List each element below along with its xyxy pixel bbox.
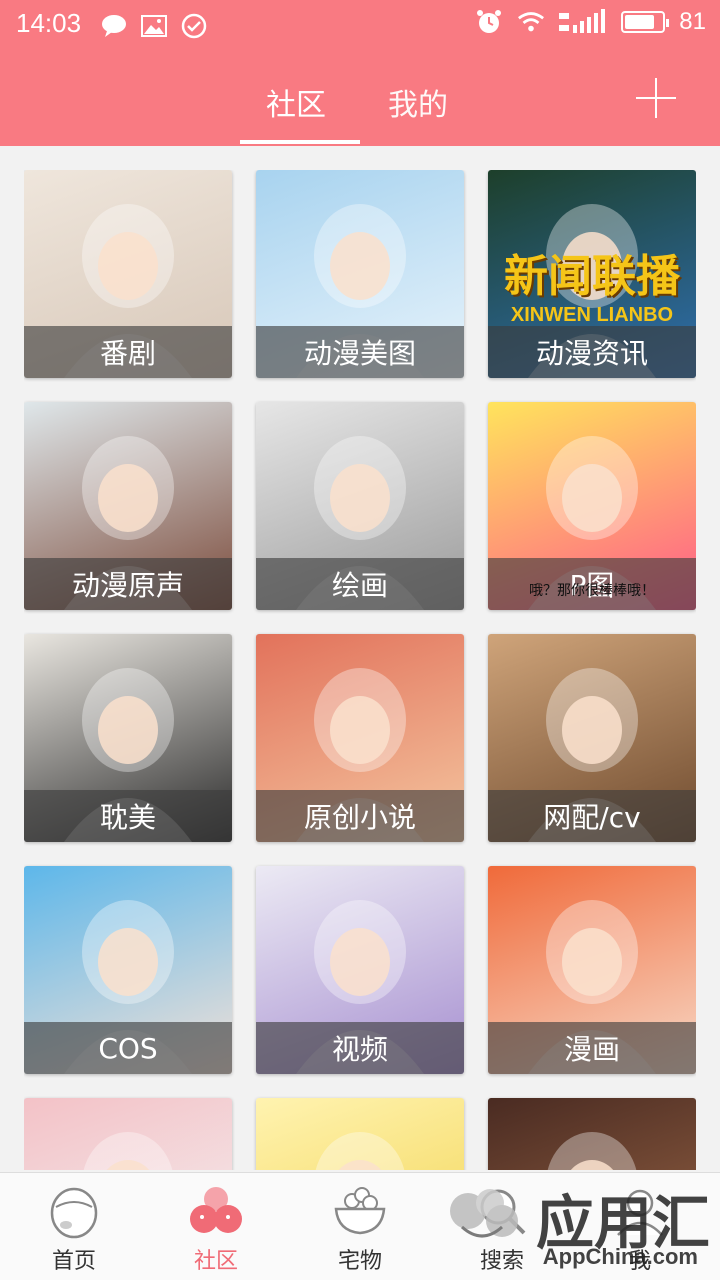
image-icon [140, 12, 168, 40]
news-overlay-subtitle: XINWEN LIANBO [510, 304, 674, 326]
category-label-band: 动漫资讯 [488, 326, 696, 378]
tab-community[interactable]: 社区 [266, 80, 326, 124]
top-tabs: 社区 我的 [0, 72, 720, 146]
category-label-band: 动漫原声 [24, 558, 232, 610]
nav-home-label: 首页 [51, 1249, 96, 1274]
nav-community[interactable]: 社区 [166, 1183, 266, 1279]
status-bar: 14:03 81 [0, 0, 720, 52]
category-label: COS [98, 1031, 158, 1065]
category-label-band: 视频 [256, 1022, 464, 1074]
appchina-logo-icon [438, 1181, 528, 1255]
signal-icon [559, 8, 607, 36]
category-card[interactable]: 新闻联播 XINWEN LIANBO 动漫资讯 [488, 170, 696, 378]
watermark-sub: AppChina.com [542, 1244, 698, 1269]
category-label: 漫画 [563, 1033, 620, 1066]
category-label: 原创小说 [303, 801, 416, 834]
category-label: 动漫原声 [71, 569, 184, 602]
nav-goods-label: 宅物 [337, 1249, 382, 1274]
bottom-nav: 首页 社区 宅物 搜索 我 应用汇 AppChina.com [0, 1172, 720, 1280]
category-label: 番剧 [99, 337, 156, 370]
category-card[interactable]: 绘画 [256, 402, 464, 610]
library-girl-icon [488, 1098, 696, 1170]
category-card[interactable]: 漫画 [488, 866, 696, 1074]
category-label: 网配/cv [543, 801, 641, 834]
category-label: 动漫资讯 [535, 337, 648, 370]
category-label: 动漫美图 [303, 337, 416, 370]
category-card[interactable]: 番剧 [24, 170, 232, 378]
app-header: 14:03 81 社区 我的 [0, 0, 720, 146]
bowl-icon [332, 1183, 388, 1239]
appchina-watermark: 应用汇 AppChina.com [438, 1176, 710, 1269]
community-bubbles-icon [188, 1183, 244, 1239]
nav-home[interactable]: 首页 [24, 1183, 124, 1279]
news-overlay-title: 新闻联播 [504, 251, 680, 302]
nav-goods[interactable]: 宅物 [310, 1183, 410, 1279]
category-label: 绘画 [331, 569, 388, 602]
category-card[interactable] [256, 1098, 464, 1170]
category-label-band: 绘画 [256, 558, 464, 610]
wifi-icon [517, 8, 545, 36]
egg-icon [46, 1183, 102, 1239]
battery-icon [621, 11, 670, 33]
manga-page-icon [24, 1098, 232, 1170]
category-card[interactable]: 网配/cv [488, 634, 696, 842]
active-tab-indicator [240, 140, 360, 144]
blonde-girl-icon [256, 1098, 464, 1170]
check-circle-icon [180, 12, 208, 40]
category-label-band: 动漫美图 [256, 326, 464, 378]
category-card[interactable]: P图 哦？那你很棒棒哦！ [488, 402, 696, 610]
category-card[interactable]: 动漫原声 [24, 402, 232, 610]
category-label-band: 漫画 [488, 1022, 696, 1074]
category-label: 视频 [331, 1033, 388, 1066]
category-label-band: 番剧 [24, 326, 232, 378]
category-card[interactable]: 动漫美图 [256, 170, 464, 378]
status-time: 14:03 [16, 8, 82, 38]
status-notification-icons [100, 12, 208, 40]
category-label-band: 原创小说 [256, 790, 464, 842]
category-card[interactable]: COS [24, 866, 232, 1074]
category-label-band: 耽美 [24, 790, 232, 842]
status-right-icons: 81 [475, 8, 706, 36]
alarm-icon [475, 8, 503, 36]
category-label-band: COS [24, 1022, 232, 1074]
meme-caption: 哦？那你很棒棒哦！ [529, 583, 655, 599]
category-card[interactable]: 耽美 [24, 634, 232, 842]
battery-percent: 81 [679, 8, 706, 35]
category-grid: 番剧 动漫美图 新闻联播 XINWEN LIANBO 动漫资讯动漫原声 绘画 P图 哦？那你很… [24, 170, 696, 1170]
category-label-band: 网配/cv [488, 790, 696, 842]
category-card[interactable]: 视频 [256, 866, 464, 1074]
tab-mine[interactable]: 我的 [388, 80, 448, 124]
chat-bubble-icon [100, 12, 128, 40]
category-card[interactable] [488, 1098, 696, 1170]
nav-community-label: 社区 [193, 1249, 238, 1274]
category-card[interactable]: 原创小说 [256, 634, 464, 842]
category-card[interactable] [24, 1098, 232, 1170]
add-button[interactable] [636, 78, 676, 118]
category-label: 耽美 [99, 801, 156, 834]
